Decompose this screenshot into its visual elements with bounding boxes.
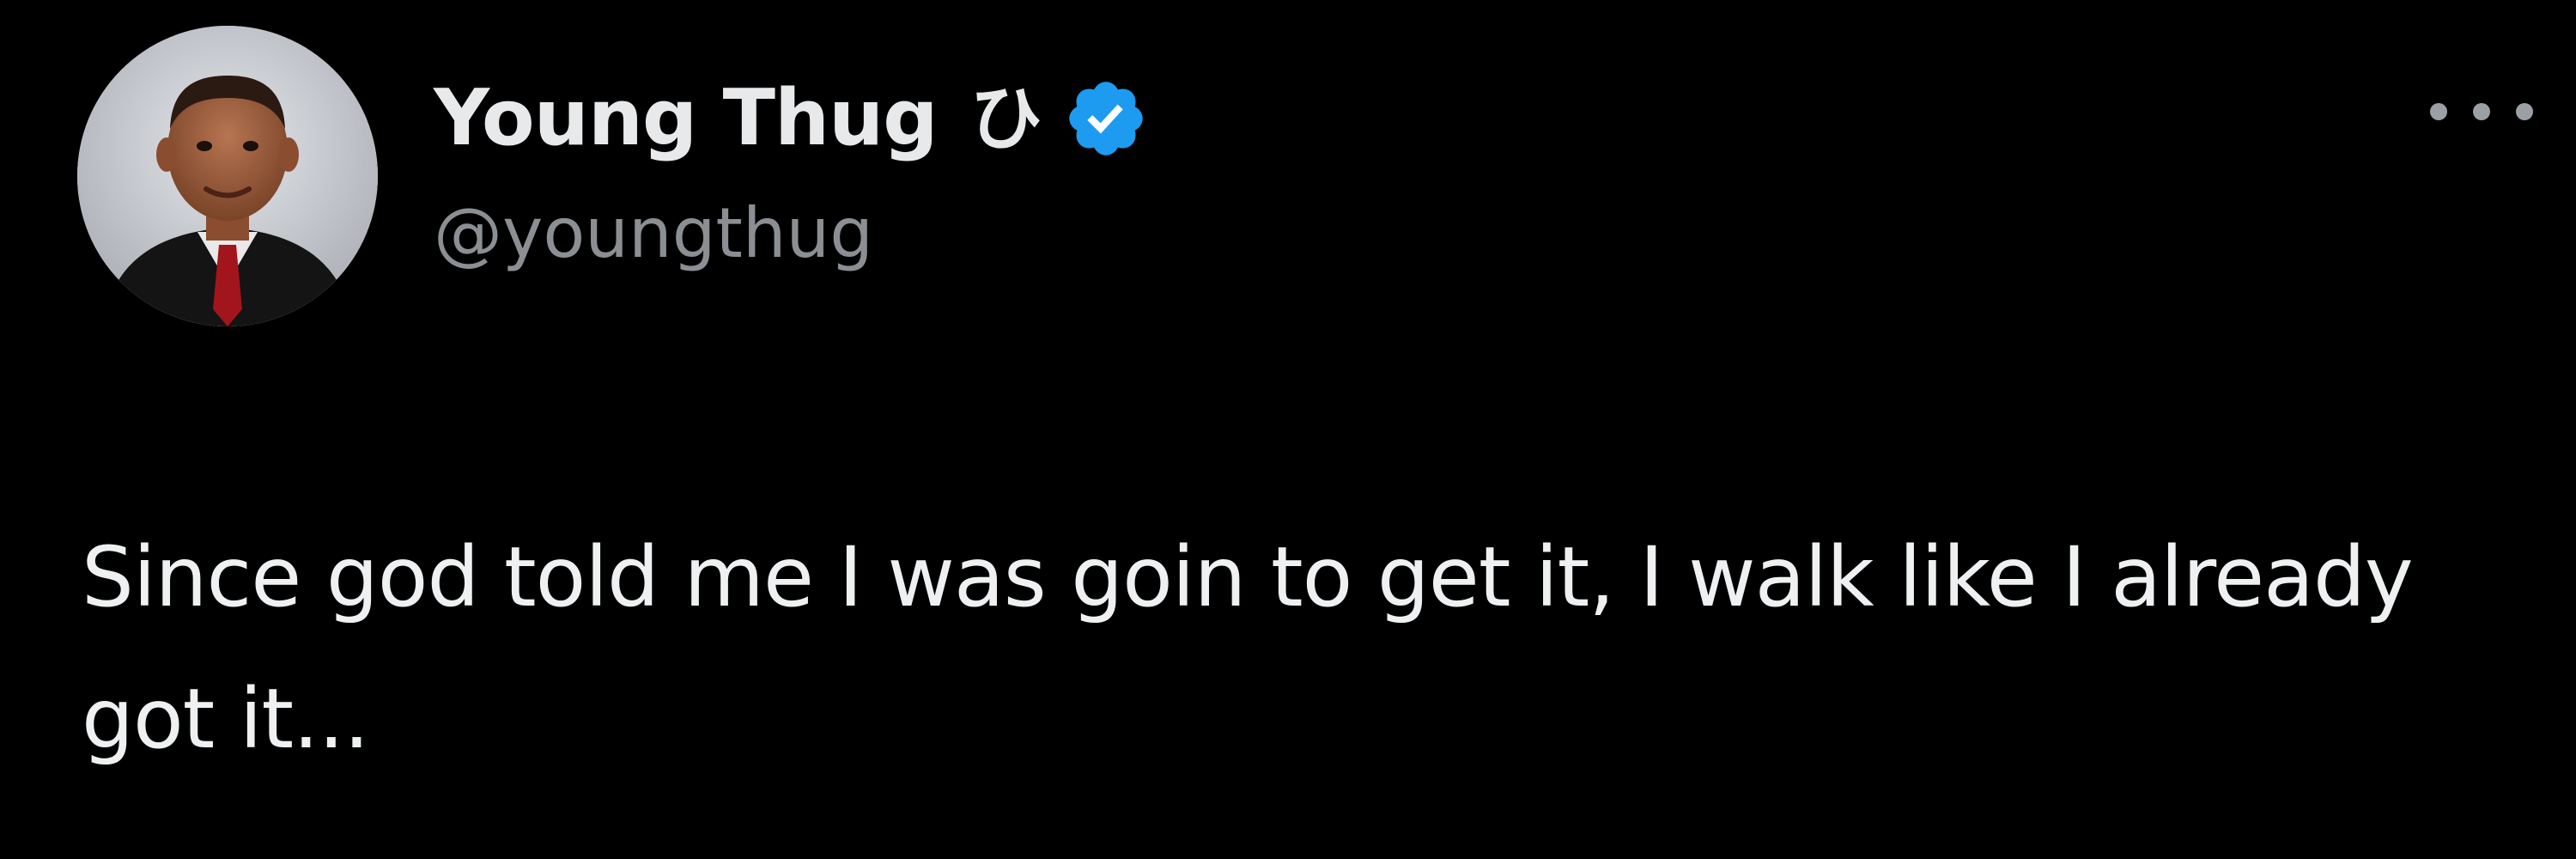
tweet-text: Since god told me I was goin to get it, … [82, 529, 2414, 767]
author-display-name[interactable]: Young Thug [434, 80, 939, 157]
author-name-row: Young Thug ひ [434, 67, 1149, 170]
more-dot [2516, 103, 2533, 120]
avatar[interactable] [77, 26, 378, 326]
verified-badge-icon [1063, 76, 1149, 161]
tweet-card: Young Thug ひ @youngthug Since god told m… [0, 0, 2576, 859]
more-dot [2430, 103, 2447, 120]
more-horizontal-icon[interactable] [2430, 77, 2533, 146]
avatar-photo-icon [77, 26, 378, 326]
author-handle[interactable]: @youngthug [434, 199, 873, 268]
author-name-glyph: ひ [969, 76, 1042, 161]
more-dot [2473, 103, 2490, 120]
